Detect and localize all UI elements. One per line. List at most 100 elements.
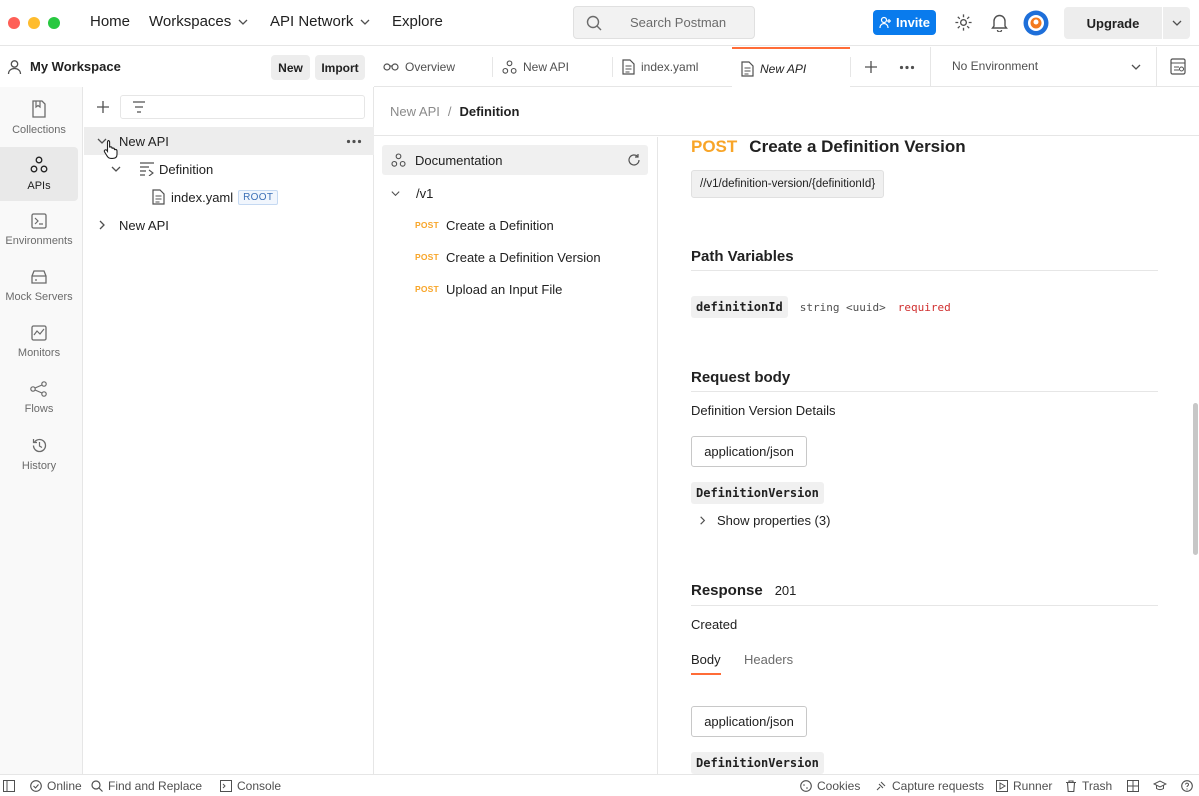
runner-button[interactable]: Runner [996,779,1052,793]
content-scrollbar[interactable] [1193,403,1198,555]
find-and-replace[interactable]: Find and Replace [91,779,202,793]
rail-item-mock-servers[interactable]: Mock Servers [0,259,78,313]
avatar[interactable] [1023,10,1049,36]
response-tab-headers[interactable]: Headers [744,652,793,667]
response-description: Created [691,617,738,632]
toggle-sidebar-icon[interactable] [3,780,15,792]
tree-item-new-api[interactable]: New API [84,127,374,159]
trash-icon [1066,780,1076,792]
response-schema-name: DefinitionVersion [691,752,824,774]
filter-icon [133,101,145,113]
new-tab-plus-icon[interactable] [864,60,878,74]
capture-requests-button[interactable]: Capture requests [875,779,984,793]
file-icon [741,60,754,77]
rail-item-apis[interactable]: APIs [0,147,78,201]
apis-icon [30,156,48,173]
tree-item-index-yaml[interactable]: index.yaml ROOT [84,183,374,211]
documentation-item[interactable]: Documentation [382,145,648,175]
new-button[interactable]: New [271,55,310,80]
check-circle-icon [30,780,42,792]
minimize-window-button[interactable] [28,17,40,29]
history-icon [32,438,46,452]
chevron-down-icon [360,19,370,25]
breadcrumb-parent[interactable]: New API [390,104,440,119]
chevron-down-icon[interactable] [1171,17,1183,29]
response-content-type-selector[interactable]: application/json [691,706,807,737]
folder-v1[interactable]: /v1 [382,178,648,208]
console-button[interactable]: Console [220,779,281,793]
nav-home[interactable]: Home [90,13,130,30]
rail-item-monitors[interactable]: Monitors [0,315,78,369]
cookie-icon [800,780,812,792]
layout-icon[interactable] [1127,780,1139,792]
collections-icon [32,100,46,118]
show-properties-toggle[interactable]: Show properties (3) [697,513,830,528]
endpoint-path: //v1/definition-version/{definitionId} [691,170,885,198]
mock-servers-icon [31,269,47,284]
tab-overview[interactable]: Overview [374,47,492,87]
environment-selector[interactable]: No Environment [952,59,1038,73]
tab-bar: Overview New API index.yaml New API No E… [374,47,1199,88]
search-icon [91,780,103,792]
nav-workspaces[interactable]: Workspaces [149,13,249,30]
workspace-name[interactable]: My Workspace [30,59,121,74]
runner-icon [996,780,1008,792]
chevron-down-icon[interactable] [1130,61,1142,73]
import-button[interactable]: Import [315,55,365,80]
tab-index-yaml[interactable]: index.yaml [613,47,731,87]
cookies-button[interactable]: Cookies [800,779,860,793]
response-tab-body[interactable]: Body [691,652,721,675]
add-icon[interactable] [96,100,110,114]
tab-new-api-active[interactable]: New API [732,47,850,88]
endpoint-title: Create a Definition Version [749,137,966,156]
search-input[interactable]: Search Postman [573,6,755,39]
definition-icon [140,162,154,176]
tree-item-label: Definition [159,161,214,177]
satellite-icon [876,781,886,791]
rail-item-collections[interactable]: Collections [0,91,78,145]
upgrade-button[interactable]: Upgrade [1064,7,1190,39]
method-label: POST [691,137,738,156]
path-variables-title: Path Variables [691,248,794,265]
more-options-icon[interactable] [346,139,362,144]
response-heading: Response 201 [691,582,797,599]
tree-item-new-api-2[interactable]: New API [84,211,374,239]
rail-item-environments[interactable]: Environments [0,203,78,257]
tree-item-definition[interactable]: Definition [84,155,374,183]
endpoint-create-definition-version[interactable]: POST Create a Definition Version [382,242,648,272]
endpoint-upload-input-file[interactable]: POST Upload an Input File [382,274,648,304]
nav-api-network[interactable]: API Network [270,13,371,30]
environment-quick-look-icon[interactable] [1170,58,1186,75]
chevron-right-icon[interactable] [96,219,108,231]
online-status[interactable]: Online [30,779,82,793]
endpoint-create-definition[interactable]: POST Create a Definition [382,210,648,240]
trash-button[interactable]: Trash [1065,779,1112,793]
bootcamp-icon[interactable] [1153,780,1167,792]
rail-item-flows[interactable]: Flows [0,371,78,425]
chevron-down-icon[interactable] [110,163,122,175]
refresh-icon[interactable] [627,153,641,167]
notifications-bell-icon[interactable] [991,13,1008,32]
tree-item-label: New API [119,217,169,233]
close-window-button[interactable] [8,17,20,29]
search-icon [586,15,602,31]
nav-explore[interactable]: Explore [392,13,443,30]
settings-gear-icon[interactable] [954,13,973,32]
rail-item-history[interactable]: History [0,427,78,481]
chevron-right-icon [700,516,706,525]
invite-button[interactable]: Invite [873,10,936,35]
maximize-window-button[interactable] [48,17,60,29]
chevron-down-icon[interactable] [390,188,401,199]
title-bar: Home Workspaces API Network Explore Sear… [0,0,1199,46]
add-user-icon [879,16,892,29]
more-tabs-icon[interactable] [899,65,915,70]
help-icon[interactable] [1181,780,1193,792]
api-sidebar: New API Definition index.yaml ROOT New A… [84,87,374,774]
user-icon [7,60,22,75]
left-rail: Collections APIs Environments Mock Serve… [0,87,83,774]
file-icon [152,189,165,205]
tree-item-label: New API [119,133,169,149]
tab-new-api[interactable]: New API [493,47,612,87]
content-type-selector[interactable]: application/json [691,436,807,467]
filter-input[interactable] [120,95,365,119]
